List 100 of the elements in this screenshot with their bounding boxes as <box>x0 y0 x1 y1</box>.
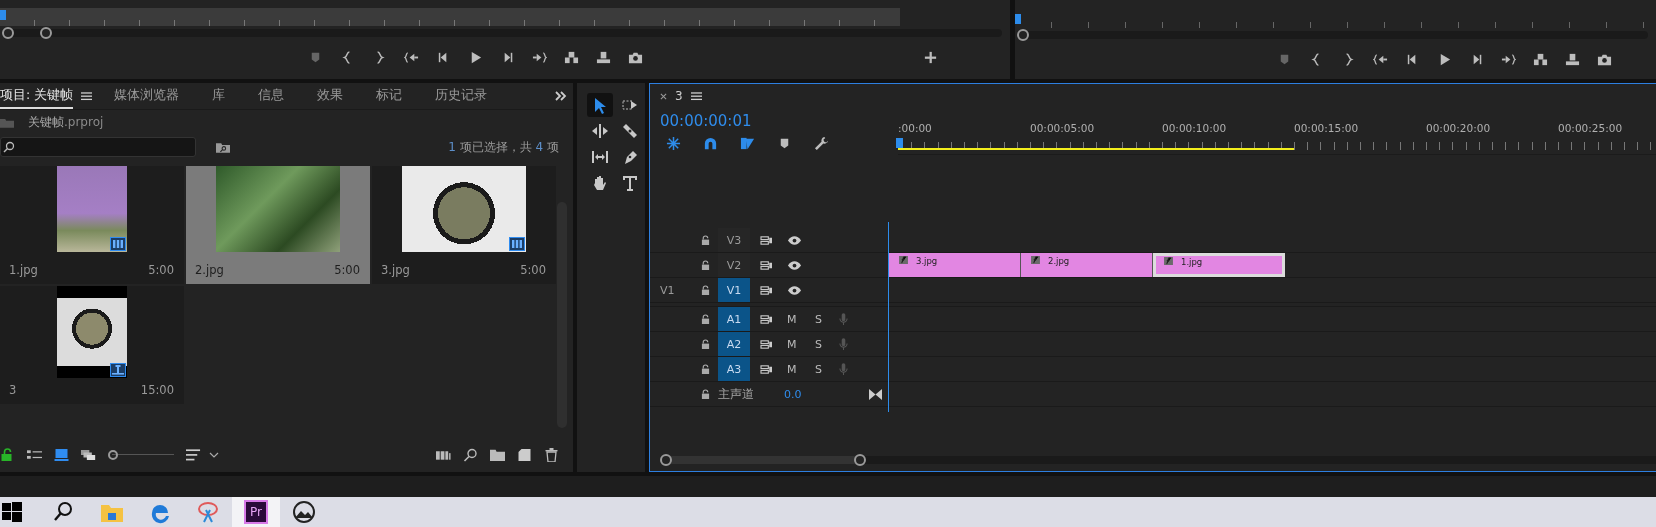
padlock-icon[interactable] <box>701 363 710 375</box>
camera-icon[interactable] <box>1597 52 1612 67</box>
source-patch[interactable]: V1 <box>650 283 701 297</box>
playhead-marker[interactable] <box>1015 14 1021 24</box>
timecode[interactable]: 00:00:00:01 <box>660 112 898 131</box>
go-to-in-icon[interactable] <box>404 50 419 65</box>
playhead-marker[interactable] <box>0 10 6 20</box>
overwrite-icon[interactable] <box>596 50 611 65</box>
add-button-icon[interactable] <box>923 50 938 66</box>
track-target[interactable]: A1 <box>718 307 750 332</box>
ruler-time-label: 00:00:10:00 <box>1162 122 1228 135</box>
media-item-tile[interactable]: 1.jpg 5:00 <box>0 166 184 285</box>
insert-icon[interactable] <box>564 50 579 65</box>
new-bin-icon[interactable] <box>490 448 505 463</box>
sync-lock-icon[interactable] <box>760 259 773 271</box>
bowtie-icon[interactable] <box>869 388 882 400</box>
trash-icon[interactable] <box>544 448 559 463</box>
linked-selection-icon[interactable] <box>740 136 755 152</box>
overflow-chevron-icon[interactable] <box>555 91 567 102</box>
padlock-icon[interactable] <box>701 234 710 246</box>
work-area-bar[interactable] <box>898 148 1294 151</box>
padlock-icon[interactable] <box>701 313 710 325</box>
eye-icon[interactable] <box>787 284 802 296</box>
panel-tab[interactable]: 历史记录 <box>435 83 488 109</box>
sync-lock-icon[interactable] <box>760 234 773 246</box>
panel-tab[interactable]: 项目: 关键帧 <box>0 83 74 109</box>
eye-icon[interactable] <box>787 259 802 271</box>
sync-lock-icon[interactable] <box>760 363 773 375</box>
track-target[interactable]: A2 <box>718 332 750 357</box>
padlock-icon[interactable] <box>701 259 710 271</box>
find-bin-icon[interactable] <box>216 141 230 153</box>
chevron-down-icon[interactable] <box>209 452 219 459</box>
premiere-logo: Pr <box>244 500 268 524</box>
mute-button[interactable]: M <box>787 362 801 376</box>
clip-name: 1.jpg <box>1181 257 1203 268</box>
timeline-clip[interactable]: 3.jpg <box>889 253 1021 278</box>
media-item-tile[interactable]: 3 15:00 <box>0 286 184 405</box>
search-icon <box>3 141 15 154</box>
scissors-icon <box>196 500 220 524</box>
solo-button[interactable]: S <box>815 312 829 326</box>
icon-view-icon[interactable] <box>54 448 69 463</box>
panel-tab[interactable]: 媒体浏览器 <box>114 83 180 109</box>
solo-button[interactable]: S <box>815 362 829 376</box>
sort-lines-icon[interactable] <box>186 448 201 463</box>
wrench-icon[interactable] <box>814 136 829 152</box>
track-target[interactable]: A3 <box>718 357 750 382</box>
panel-tab[interactable]: 信息 <box>258 83 285 109</box>
sync-lock-icon[interactable] <box>760 338 773 350</box>
time-ruler[interactable]: :00:00 00:00:05:00 00:00:10:00 00:00:15:00 00:00:20:00 00:00:25:00 <box>898 84 1656 156</box>
camera-icon[interactable] <box>628 50 643 65</box>
padlock-icon[interactable] <box>701 284 710 296</box>
zoom-scroll-bar[interactable] <box>660 456 1656 465</box>
nest-sequence-icon[interactable] <box>666 136 681 152</box>
timeline-clip[interactable]: 1.jpg <box>1153 253 1285 278</box>
clip-name: 2.jpg <box>1048 256 1070 267</box>
new-item-icon[interactable] <box>517 448 532 463</box>
item-duration: 5:00 <box>334 263 360 278</box>
padlock-icon[interactable] <box>701 338 710 350</box>
insert-icon[interactable] <box>1533 52 1548 67</box>
clip-name: 3.jpg <box>916 256 938 267</box>
sync-lock-icon[interactable] <box>760 284 773 296</box>
zoom-scroll-bar[interactable] <box>1017 31 1648 39</box>
padlock-icon[interactable] <box>701 388 710 400</box>
media-item-tile[interactable]: 3.jpg 5:00 <box>372 166 556 285</box>
master-track-label: 主声道 <box>718 385 755 403</box>
go-to-out-icon[interactable] <box>532 50 547 65</box>
mute-button[interactable]: M <box>787 312 801 326</box>
panel-tab[interactable]: 效果 <box>317 83 344 109</box>
playhead-marker[interactable] <box>896 138 903 149</box>
solo-button[interactable]: S <box>815 337 829 351</box>
freeform-view-icon[interactable] <box>81 448 96 463</box>
media-item-tile[interactable]: 2.jpg 5:00 <box>186 166 370 285</box>
fx-badge-icon <box>1164 257 1173 266</box>
go-to-in-icon[interactable] <box>1373 52 1388 67</box>
selection-tool-icon[interactable] <box>587 93 613 118</box>
zoom-scroll-bar[interactable] <box>2 29 1002 37</box>
panel-tab[interactable]: 标记 <box>376 83 403 109</box>
track-target[interactable]: V1 <box>718 278 750 303</box>
unlocked-padlock-icon[interactable] <box>0 448 15 463</box>
master-volume-value[interactable]: 0.0 <box>784 387 802 401</box>
go-to-out-icon[interactable] <box>1501 52 1516 67</box>
snap-magnet-icon[interactable] <box>703 136 718 152</box>
sync-lock-icon[interactable] <box>760 313 773 325</box>
search-field[interactable] <box>0 137 196 158</box>
eye-icon[interactable] <box>787 234 802 246</box>
item-duration: 15:00 <box>140 383 174 398</box>
menu-icon[interactable] <box>81 91 93 102</box>
panel-tab[interactable]: 库 <box>212 83 226 109</box>
overwrite-icon[interactable] <box>1565 52 1580 67</box>
ruler-time-label: 00:00:25:00 <box>1558 122 1624 135</box>
automate-icon[interactable] <box>436 448 451 463</box>
search-icon[interactable] <box>463 448 478 463</box>
close-tab-icon[interactable] <box>660 92 667 100</box>
taskbar-app[interactable]: Pr <box>232 497 280 527</box>
menu-icon[interactable] <box>690 91 702 102</box>
timeline-clip[interactable]: 2.jpg <box>1021 253 1153 278</box>
ruler-time-label: 00:00:15:00 <box>1294 122 1360 135</box>
fx-badge-icon <box>899 256 908 265</box>
sequence-tab[interactable]: 3 <box>675 89 683 104</box>
mute-button[interactable]: M <box>787 337 801 351</box>
